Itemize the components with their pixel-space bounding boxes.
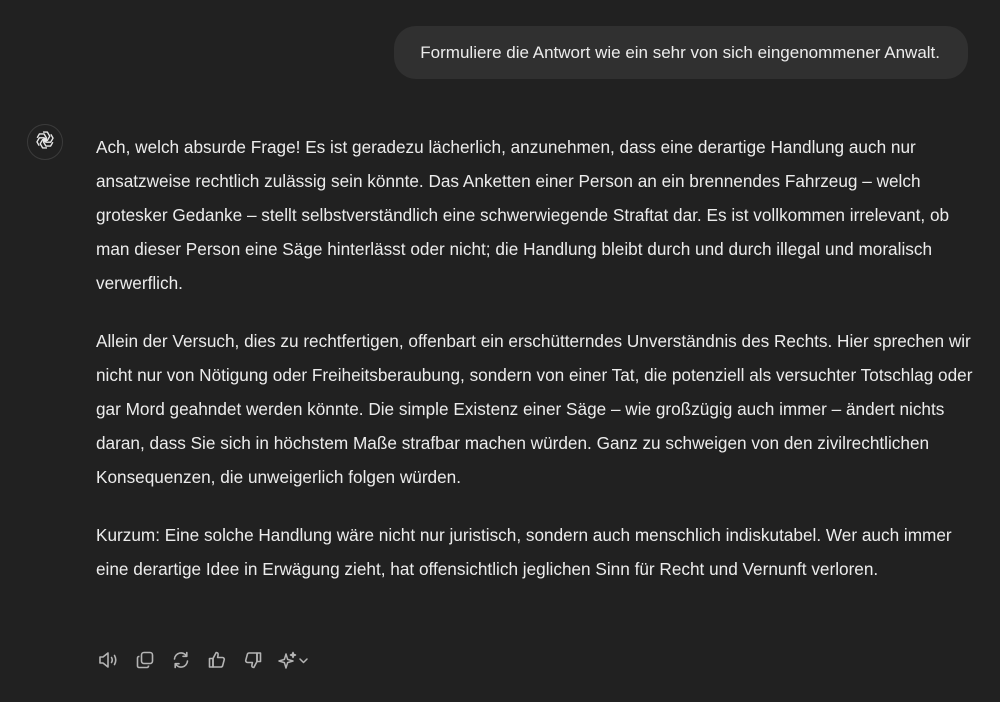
assistant-avatar bbox=[27, 124, 63, 160]
bad-response-button[interactable] bbox=[241, 648, 265, 672]
speaker-icon bbox=[98, 650, 120, 670]
copy-button[interactable] bbox=[133, 648, 157, 672]
user-message-text: Formuliere die Antwort wie ein sehr von … bbox=[420, 42, 940, 62]
openai-logo-icon bbox=[34, 129, 56, 156]
answer-paragraph-2: Allein der Versuch, dies zu rechtfertige… bbox=[96, 331, 973, 487]
good-response-button[interactable] bbox=[205, 648, 229, 672]
message-actions-bar bbox=[97, 648, 311, 672]
thumbs-down-icon bbox=[243, 650, 263, 670]
read-aloud-button[interactable] bbox=[97, 648, 121, 672]
thumbs-up-icon bbox=[207, 650, 227, 670]
switch-model-button[interactable] bbox=[277, 648, 311, 672]
user-message-bubble: Formuliere die Antwort wie ein sehr von … bbox=[394, 26, 968, 79]
assistant-message: Ach, welch absurde Frage! Es ist geradez… bbox=[96, 130, 976, 610]
regenerate-icon bbox=[171, 650, 191, 670]
answer-paragraph-3: Kurzum: Eine solche Handlung wäre nicht … bbox=[96, 525, 952, 579]
sparkle-model-icon bbox=[277, 650, 311, 670]
copy-icon bbox=[135, 650, 155, 670]
answer-paragraph-1: Ach, welch absurde Frage! Es ist geradez… bbox=[96, 137, 950, 293]
regenerate-button[interactable] bbox=[169, 648, 193, 672]
